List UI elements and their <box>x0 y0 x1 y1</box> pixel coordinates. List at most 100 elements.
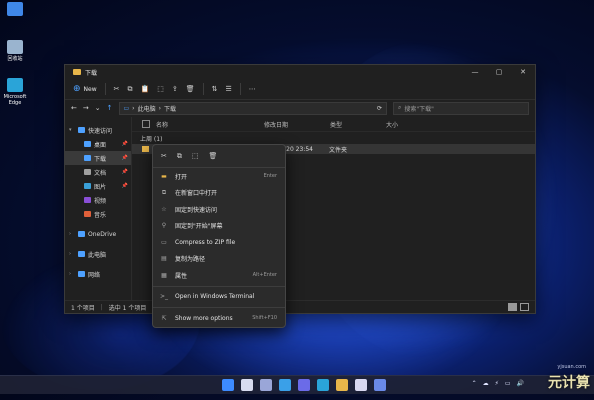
back-arrow-icon[interactable]: ← <box>71 104 77 112</box>
paste-icon[interactable]: 📋 <box>141 85 150 93</box>
sidebar-item-0[interactable]: ▾ 快速访问 <box>65 123 131 137</box>
new-button[interactable]: ⊕ New <box>73 84 97 94</box>
network-icon <box>78 271 85 277</box>
rename-icon[interactable]: ⬚ <box>192 152 199 160</box>
context-menu-item[interactable]: ⚲ 固定到"开始"屏幕 <box>153 218 285 235</box>
tray-icon[interactable]: ⚡ <box>495 380 499 387</box>
chevron-icon[interactable]: ▾ <box>69 127 75 133</box>
tray-icon[interactable]: ☁ <box>483 380 489 387</box>
minimize-button[interactable]: — <box>463 68 487 76</box>
copy-icon[interactable]: ⧉ <box>128 85 133 94</box>
desktop-icon[interactable]: 回收站 <box>0 40 30 62</box>
column-name[interactable]: 名称 <box>156 120 264 129</box>
chevron-icon[interactable]: › <box>69 231 75 237</box>
explorer-body: ▾ 快速访问桌面 📌 下载 📌 文档 📌 图片 📌 视频音乐 › OneDrive › 此电脑 › 网络 名称… <box>65 117 535 301</box>
column-size[interactable]: 大小 <box>386 120 426 129</box>
edge-icon[interactable] <box>317 379 329 391</box>
chat-icon[interactable] <box>298 379 310 391</box>
file-explorer-window: 下载 — ▢ ✕ ⊕ New ✂ ⧉ 📋 ⬚ ⇪ 🗑 ⇅ ☰ ⋯ ← → ⌄ ↑… <box>64 64 536 314</box>
recycle-bin-icon <box>7 40 23 54</box>
widgets-icon[interactable] <box>279 379 291 391</box>
mail-icon[interactable] <box>374 379 386 391</box>
context-menu-item[interactable]: >_ Open in Windows Terminal <box>153 289 285 306</box>
context-menu-item[interactable]: ⧉ 在新窗口中打开 <box>153 185 285 202</box>
divider <box>239 83 241 95</box>
new-button-label: New <box>83 85 97 93</box>
sidebar-item-label: 此电脑 <box>88 251 107 259</box>
column-type[interactable]: 类型 <box>330 120 386 129</box>
sidebar-item-2[interactable]: 下载 📌 <box>65 151 131 165</box>
zip-icon: ▭ <box>161 238 167 246</box>
sidebar-item-6[interactable]: 音乐 <box>65 207 131 221</box>
start-icon[interactable] <box>222 379 234 391</box>
tray-icon[interactable]: ⌃ <box>472 380 477 387</box>
sidebar-item-5[interactable]: 视频 <box>65 193 131 207</box>
breadcrumb-downloads[interactable]: 下载 <box>164 104 176 113</box>
sidebar-item-label: OneDrive <box>88 230 117 238</box>
search-input[interactable]: ⌕ 搜索"下载" <box>393 101 529 115</box>
sidebar-item-1[interactable]: 桌面 📌 <box>65 137 131 151</box>
context-menu-item[interactable]: ▤ 复制为路径 <box>153 251 285 268</box>
desktop-icon[interactable] <box>0 2 30 18</box>
sidebar-item-4[interactable]: 图片 📌 <box>65 179 131 193</box>
sidebar-item-7[interactable]: › OneDrive <box>65 227 131 241</box>
tray-icon[interactable]: ▭ <box>505 380 511 387</box>
folder-open-icon: ▬ <box>161 172 167 180</box>
column-modified[interactable]: 修改日期 <box>264 120 330 129</box>
folder-icon <box>73 69 81 75</box>
close-button[interactable]: ✕ <box>511 68 535 76</box>
context-menu-item[interactable]: ▬ 打开 Enter <box>153 168 285 185</box>
maximize-button[interactable]: ▢ <box>487 68 511 76</box>
chevron-down-icon[interactable]: ⌄ <box>95 104 101 112</box>
group-header[interactable]: 上周 (1) <box>132 132 535 144</box>
window-title: 下载 <box>85 69 98 77</box>
breadcrumb-this-pc[interactable]: 此电脑 <box>138 104 156 113</box>
explorer-icon[interactable] <box>336 379 348 391</box>
cut-icon[interactable]: ✂ <box>114 85 120 93</box>
details-view-icon[interactable] <box>508 303 517 311</box>
sidebar-item-label: 音乐 <box>94 211 107 219</box>
chevron-icon[interactable]: › <box>69 251 75 257</box>
sidebar-item-label: 快速访问 <box>88 127 113 135</box>
delete-icon[interactable]: 🗑 <box>209 152 218 160</box>
view-icon[interactable]: ☰ <box>226 85 232 93</box>
task-view-icon[interactable] <box>260 379 272 391</box>
tray-icon[interactable]: 🔊 <box>517 380 524 387</box>
cut-icon[interactable]: ✂ <box>161 152 167 160</box>
copy-icon[interactable]: ⧉ <box>177 152 182 161</box>
context-menu-item[interactable]: ⇱ Show more options Shift+F10 <box>153 310 285 327</box>
terminal-icon: >_ <box>159 293 169 301</box>
sidebar-item-8[interactable]: › 此电脑 <box>65 247 131 261</box>
share-icon[interactable]: ⇪ <box>172 85 178 93</box>
search-icon[interactable] <box>241 379 253 391</box>
item-count: 1 个项目 <box>71 304 95 312</box>
new-window-icon: ⧉ <box>161 188 167 196</box>
forward-arrow-icon[interactable]: → <box>83 104 89 112</box>
title-bar[interactable]: 下载 — ▢ ✕ <box>65 65 535 79</box>
chevron-right-icon: › <box>158 104 161 112</box>
sidebar-item-9[interactable]: › 网络 <box>65 267 131 281</box>
context-menu-quick-actions: ✂ ⧉ ⬚ 🗑 <box>153 145 285 168</box>
chevron-icon[interactable]: › <box>69 271 75 277</box>
refresh-icon[interactable]: ⟳ <box>377 105 382 112</box>
sidebar-item-3[interactable]: 文档 📌 <box>65 165 131 179</box>
desktop-icon[interactable]: Microsoft Edge <box>0 78 30 106</box>
store-icon[interactable] <box>355 379 367 391</box>
shortcut-key: Alt+Enter <box>252 272 277 279</box>
context-menu-item[interactable]: ☆ 固定到快速访问 <box>153 201 285 218</box>
context-menu-label: 复制为路径 <box>175 256 206 264</box>
address-bar[interactable]: ▭ › 此电脑 › 下载 ⟳ <box>118 101 387 115</box>
more-icon[interactable]: ⋯ <box>249 85 256 93</box>
context-menu-item[interactable]: ▭ Compress to ZIP file <box>153 234 285 251</box>
context-menu-item[interactable]: ▦ 属性 Alt+Enter <box>153 267 285 284</box>
pin-icon: 📌 <box>121 169 128 175</box>
rename-icon[interactable]: ⬚ <box>157 85 164 93</box>
chevron-right-icon: › <box>132 104 135 112</box>
tiles-view-icon[interactable] <box>520 303 529 311</box>
up-arrow-icon[interactable]: ↑ <box>107 104 113 112</box>
sort-icon[interactable]: ⇅ <box>212 85 218 93</box>
delete-icon[interactable]: 🗑 <box>186 85 195 93</box>
navigation-pane: ▾ 快速访问桌面 📌 下载 📌 文档 📌 图片 📌 视频音乐 › OneDrive › 此电脑 › 网络 <box>65 117 132 301</box>
select-all-checkbox[interactable] <box>142 120 150 128</box>
video-icon <box>84 197 91 203</box>
